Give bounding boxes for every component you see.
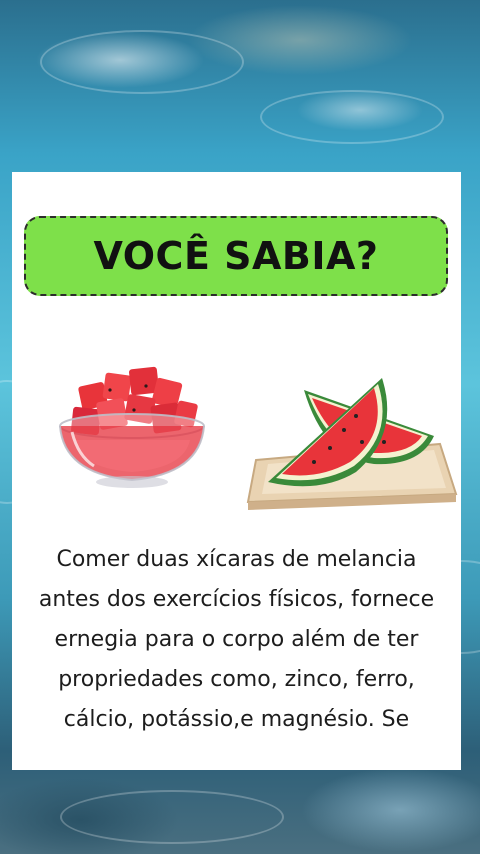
fact-line: cálcio, potássio,e magnésio. Se: [63, 707, 410, 732]
fact-card: VOCÊ SABIA? Comer duas xícaras de melanc…: [12, 172, 461, 770]
watermelon-bowl-image: [59, 366, 205, 488]
watermelon-slices-image: [246, 378, 458, 510]
fact-line: ernegia para o corpo além de ter: [54, 627, 419, 652]
card-title: VOCÊ SABIA?: [93, 234, 379, 278]
glass-bowl: [59, 413, 205, 488]
fact-line: propriedades como, zinco, ferro,: [58, 667, 415, 692]
title-banner: VOCÊ SABIA?: [24, 216, 448, 296]
fact-line: Comer duas xícaras de melancia: [56, 547, 417, 572]
fact-text: Comer duas xícaras de melancia antes dos…: [12, 540, 461, 740]
fact-line: antes dos exercícios físicos, fornece: [38, 587, 435, 612]
